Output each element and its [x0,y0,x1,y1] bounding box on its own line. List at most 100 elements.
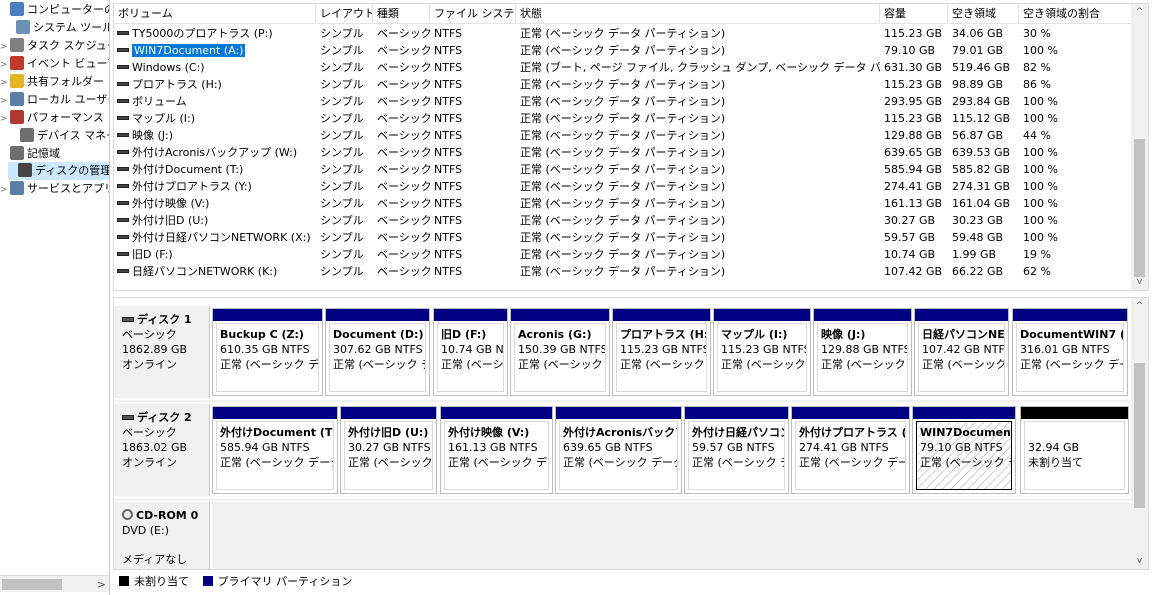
expander-icon[interactable]: > [0,74,10,92]
partition-block[interactable]: 旧D (F:) 10.74 GB NT 正常 (ベーシ [433,308,508,396]
tree-item[interactable]: > サービスとアプリケー [0,180,109,199]
column-header-capacity[interactable]: 容量 [880,4,948,24]
cdrom-label[interactable]: CD-ROM 0 DVD (E:) メディアなし [114,502,210,569]
disk-view-scrollbar[interactable]: ^ v [1131,298,1148,569]
volume-list-scrollbar[interactable]: ^ v [1131,4,1148,290]
table-cell: 正常 (ベーシック データ パーティション) [520,78,726,91]
disk-label[interactable]: ディスク 1 ベーシック 1862.89 GB オンライン [114,306,210,398]
scroll-up-arrow-icon[interactable]: ^ [1131,298,1148,314]
column-header-status[interactable]: 状態 [516,4,880,24]
partition-block[interactable]: 映像 (J:) 129.88 GB NTFS 正常 (ベーシック ラ [813,308,912,396]
partition-name [1028,425,1124,440]
partition-block[interactable]: 外付けDocument (T:) 585.94 GB NTFS 正常 (ベーシック … [212,406,338,494]
table-row[interactable]: 外付けAcronisバックアップ (W:) シンプル ベーシック NTFS 正常 (ベー… [114,144,1132,161]
disk-type: ベーシック [122,426,177,439]
table-row[interactable]: 外付け日経パソコンNETWORK (X:) シンプル ベーシック NTFS 正常 (ベー… [114,229,1132,246]
tree-item-label: パフォーマンス [27,111,104,124]
partition-status: 正常 (ベーシック デー [1020,358,1124,371]
partition-block[interactable]: 日経パソコンNET 107.42 GB NTFS 正常 (ベーシック ラ [914,308,1009,396]
expander-icon[interactable]: > [0,38,10,56]
partition-block[interactable]: プロアトラス (H:) 115.23 GB NTFS 正常 (ベーシック ラ [612,308,711,396]
partition-block[interactable]: 外付けAcronisバックア 639.65 GB NTFS 正常 (ベーシック デー… [555,406,682,494]
tree-item[interactable]: > タスク スケジュー [0,37,109,56]
partition-status: 正常 (ベーシック ラ [922,358,1005,371]
partition-name: DocumentWIN7 ( [1020,328,1124,341]
column-header-type[interactable]: 種類 [373,4,430,24]
table-cell: 293.95 GB [884,95,943,108]
expander-icon[interactable]: > [0,56,10,74]
table-row[interactable]: Windows (C:) シンプル ベーシック NTFS 正常 (ブート, ページ ファ… [114,59,1132,76]
scroll-down-arrow-icon[interactable]: v [1131,274,1148,290]
primary-partition-bar [814,309,911,321]
scrollbar-thumb[interactable] [1134,363,1145,508]
primary-partition-bar [1013,309,1127,321]
column-header-volume[interactable]: ボリューム [114,4,316,24]
table-cell: NTFS [434,129,463,142]
tree-item[interactable]: ディスクの管理 [8,162,109,180]
tree-item[interactable]: > パフォーマンス [0,109,109,128]
table-row[interactable]: 日経パソコンNETWORK (K:) シンプル ベーシック NTFS 正常 (ベーシック… [114,263,1132,280]
table-cell: 115.23 GB [884,112,943,125]
disk-name: ディスク 1 [137,313,192,326]
scrollbar-thumb[interactable] [2,579,62,590]
partition-block[interactable]: マップル (I:) 115.23 GB NTFS 正常 (ベーシック ラ [713,308,811,396]
primary-swatch-icon [202,576,213,586]
table-cell: 30 % [1023,27,1051,40]
table-cell: 100 % [1023,163,1058,176]
scrollbar-thumb[interactable] [1134,139,1145,277]
tree-horizontal-scrollbar[interactable]: > [0,575,109,593]
tree-item[interactable]: デバイス マネージ [10,127,109,145]
table-row[interactable]: 外付け映像 (V:) シンプル ベーシック NTFS 正常 (ベーシック データ パーテ… [114,195,1132,212]
unallocated-space[interactable]: 32.94 GB 未割り当て [1020,406,1129,494]
volume-name: TY5000のプロアトラス (P:) [132,27,273,40]
tree-item[interactable]: 記憶域 [0,145,109,163]
table-row[interactable]: WIN7Document (A:) シンプル ベーシック NTFS 正常 (ベーシック … [114,42,1132,59]
column-header-layout[interactable]: レイアウト [316,4,373,24]
table-row[interactable]: TY5000のプロアトラス (P:) シンプル ベーシック NTFS 正常 (ベーシック… [114,25,1132,42]
expander-icon[interactable]: > [0,92,10,110]
disk-graphical-view: ディスク 1 ベーシック 1862.89 GB オンライン Buckup C (Z:) 6… [113,297,1149,570]
legend-primary: プライマリ パーティション [217,575,353,588]
partition-status: 正常 (ベーシック デー [333,358,425,371]
scroll-down-arrow-icon[interactable]: v [1131,553,1148,569]
partition-name: マップル (I:) [721,328,788,341]
table-row[interactable]: ボリューム シンプル ベーシック NTFS 正常 (ベーシック データ パーティション)… [114,93,1132,110]
expander-icon[interactable]: > [0,181,10,199]
table-row[interactable]: 映像 (J:) シンプル ベーシック NTFS 正常 (ベーシック データ パーティショ… [114,127,1132,144]
table-row[interactable]: マップル (I:) シンプル ベーシック NTFS 正常 (ベーシック データ パーティ… [114,110,1132,127]
table-row[interactable]: プロアトラス (H:) シンプル ベーシック NTFS 正常 (ベーシック データ パー… [114,76,1132,93]
tree-item[interactable]: > イベント ビューア [0,55,109,74]
primary-partition-bar [915,309,1008,321]
table-row[interactable]: 旧D (F:) シンプル ベーシック NTFS 正常 (ベーシック データ パーティショ… [114,246,1132,263]
volume-name: 外付け日経パソコンNETWORK (X:) [132,231,311,244]
partition-block[interactable]: 外付け映像 (V:) 161.13 GB NTFS 正常 (ベーシック デー [440,406,553,494]
column-header-free-percent[interactable]: 空き領域の割合 [1019,4,1132,24]
partition-body: 映像 (J:) 129.88 GB NTFS 正常 (ベーシック ラ [817,323,908,392]
scroll-up-arrow-icon[interactable]: ^ [1131,4,1148,20]
partition-status: 正常 (ベーシック ラ [620,358,706,371]
partition-block[interactable]: 外付け日経パソコン 59.57 GB NTFS 正常 (ベーシック デー [684,406,789,494]
tree-item[interactable]: システム ツール [6,19,109,37]
table-cell: 外付けDocument (T:) [114,161,316,178]
partition-block[interactable]: Buckup C (Z:) 610.35 GB NTFS 正常 (ベーシック デー [212,308,323,396]
partition-block[interactable]: WIN7Document 79.10 GB NTFS 正常 (ベーシック デー [912,406,1016,494]
partition-block[interactable]: DocumentWIN7 (316.01 GB NTFS 正常 (ベーシック デー [1012,308,1128,396]
partition-block[interactable]: 外付けプロアトラス (Y 274.41 GB NTFS 正常 (ベーシック データ [791,406,910,494]
scroll-right-arrow-icon[interactable]: > [97,576,106,593]
partition-block[interactable]: Document (D:) 307.62 GB NTFS 正常 (ベーシック デー [325,308,430,396]
expander-icon[interactable]: > [0,110,10,128]
partition-block[interactable]: Acronis (G:) 150.39 GB NTFS 正常 (ベーシック テ [510,308,610,396]
table-row[interactable]: 外付けプロアトラス (Y:) シンプル ベーシック NTFS 正常 (ベーシック データ… [114,178,1132,195]
volume-icon [117,116,129,120]
table-row[interactable]: 外付けDocument (T:) シンプル ベーシック NTFS 正常 (ベーシック デ… [114,161,1132,178]
column-header-free-space[interactable]: 空き領域 [948,4,1019,24]
tree-item[interactable]: > ローカル ユーザー [0,91,109,110]
tree-item[interactable]: > 共有フォルダー [0,73,109,92]
disk-label[interactable]: ディスク 2 ベーシック 1863.02 GB オンライン [114,404,210,496]
table-row[interactable]: 外付け旧D (U:) シンプル ベーシック NTFS 正常 (ベーシック データ パーテ… [114,212,1132,229]
partition-block[interactable]: 外付け旧D (U:) 30.27 GB NTFS 正常 (ベーシック デ [340,406,437,494]
tree-item[interactable]: コンピューターの管理 (ロ [0,1,109,19]
disk-status: オンライン [122,456,177,469]
partition-name: Buckup C (Z:) [220,328,304,341]
column-header-filesystem[interactable]: ファイル システム [430,4,516,24]
